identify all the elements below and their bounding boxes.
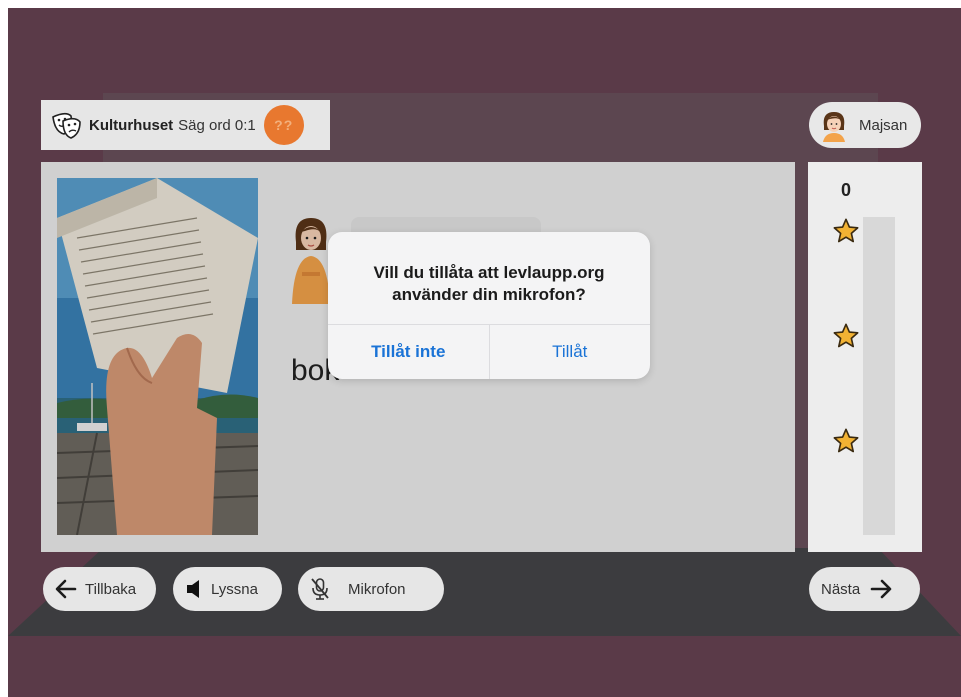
microphone-button[interactable]: Mikrofon (298, 567, 444, 611)
place-name: Kulturhuset (89, 116, 174, 134)
score-value: 0 (840, 180, 851, 200)
back-button-label: Tillbaka (85, 580, 137, 598)
microphone-muted-icon (311, 578, 329, 600)
lesson-header: Kulturhuset Säg ord 0:1 ?? (41, 100, 330, 150)
exercise-mode: Säg ord 0:1 (178, 116, 256, 134)
user-name: Majsan (859, 116, 908, 134)
hint-badge[interactable]: ?? (263, 105, 304, 145)
word-picture (57, 178, 258, 535)
dialog-actions: Tillåt inte Tillåt (328, 324, 650, 379)
back-button[interactable]: Tillbaka (43, 567, 156, 611)
arrow-right-icon (870, 579, 892, 599)
star-icon (833, 218, 859, 243)
hint-badge-label: ?? (274, 117, 294, 133)
progress-track (863, 217, 895, 535)
score-panel: 0 (808, 162, 922, 552)
microphone-permission-dialog: Vill du tillåta att levlaupp.org använde… (328, 232, 650, 379)
theater-masks-icon (52, 112, 81, 139)
listen-button[interactable]: Lyssna (173, 567, 282, 611)
allow-button[interactable]: Tillåt (488, 325, 651, 379)
microphone-button-label: Mikrofon (348, 580, 406, 598)
avatar (823, 112, 845, 142)
deny-button[interactable]: Tillåt inte (328, 325, 489, 379)
arrow-left-icon (55, 579, 77, 599)
next-button[interactable]: Nästa (809, 567, 920, 611)
speaker-icon (187, 580, 199, 598)
star-icon (833, 428, 859, 453)
listen-button-label: Lyssna (211, 580, 258, 598)
user-profile-button[interactable]: Majsan (809, 102, 921, 148)
permission-message: Vill du tillåta att levlaupp.org använde… (373, 263, 605, 304)
next-button-label: Nästa (821, 580, 861, 598)
star-icon (833, 323, 859, 348)
